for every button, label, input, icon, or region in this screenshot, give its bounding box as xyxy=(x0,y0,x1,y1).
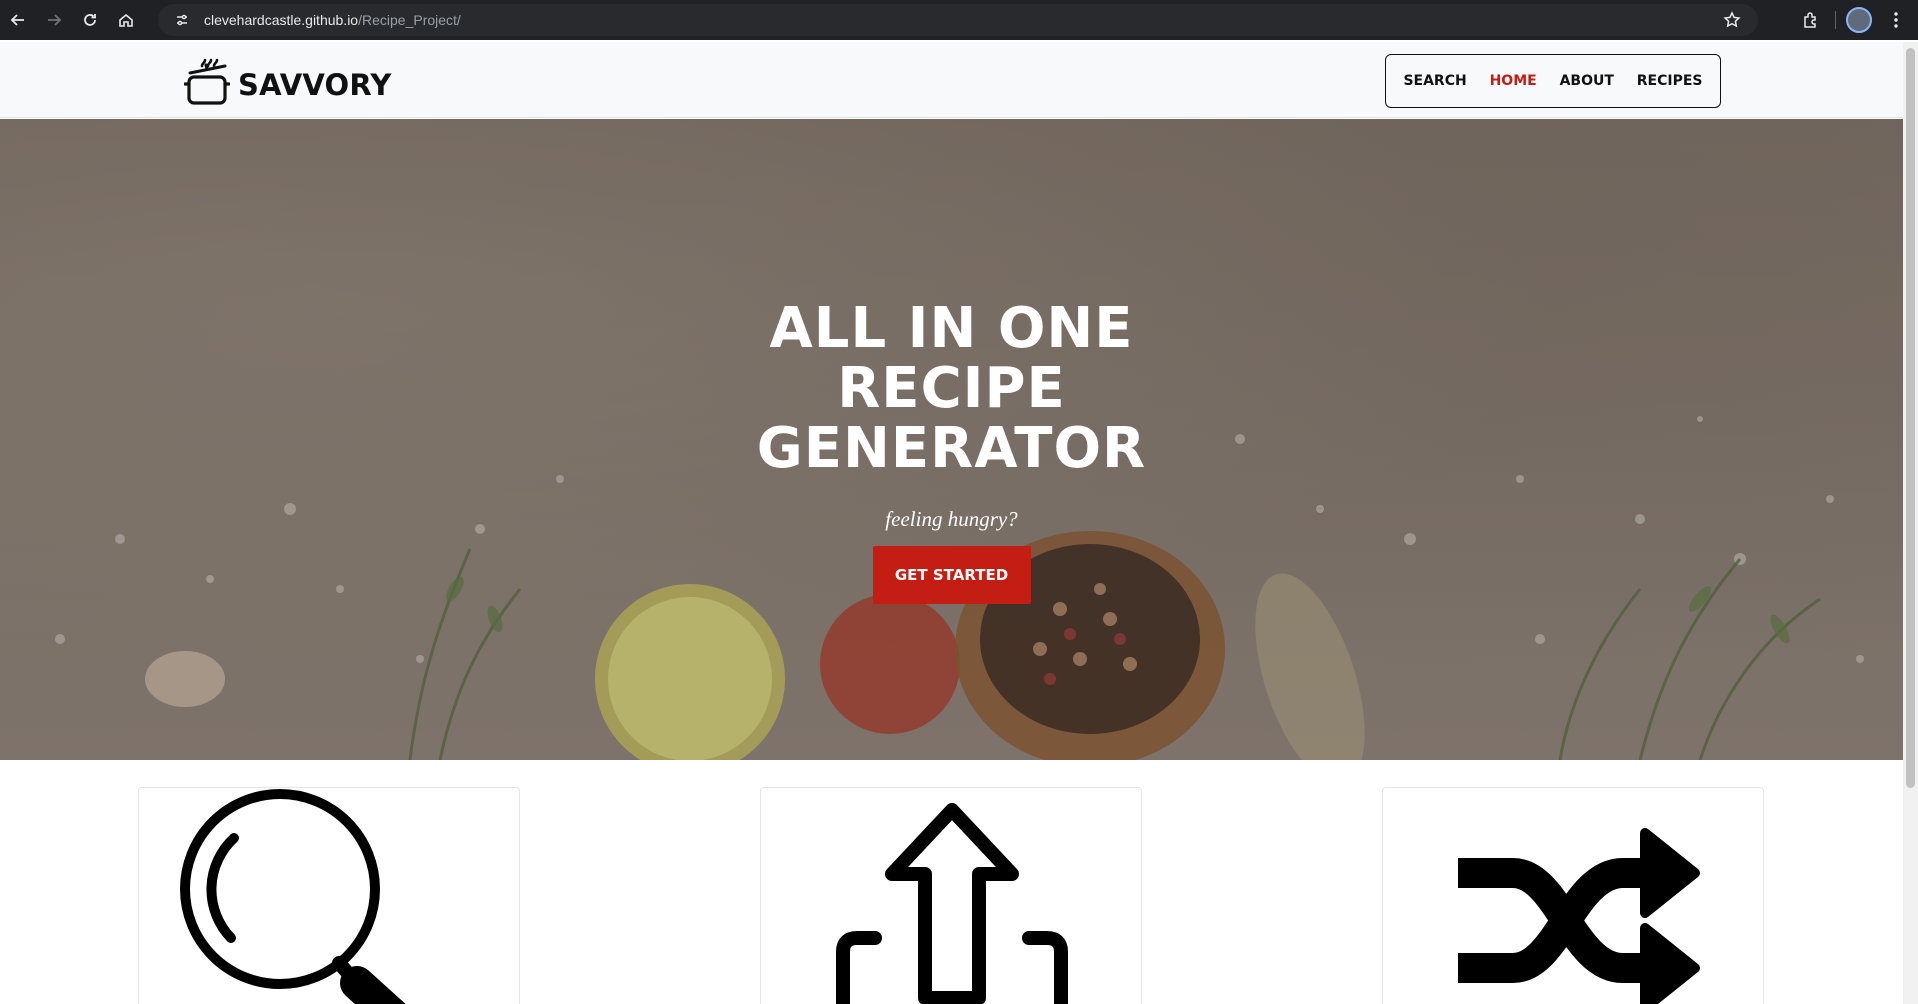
site-header: SAVVORY SEARCH HOME ABOUT RECIPES xyxy=(0,42,1903,118)
reload-button[interactable] xyxy=(72,0,108,40)
menu-kebab-icon[interactable] xyxy=(1882,6,1910,34)
extensions-icon[interactable] xyxy=(1797,6,1825,34)
url-path: /Recipe_Project/ xyxy=(358,12,461,28)
nav-link-home[interactable]: HOME xyxy=(1490,73,1537,89)
nav-link-about[interactable]: ABOUT xyxy=(1560,73,1614,89)
site-info-icon[interactable] xyxy=(170,8,194,32)
main-nav: SEARCH HOME ABOUT RECIPES xyxy=(1385,54,1721,108)
bookmark-star-icon[interactable] xyxy=(1720,8,1744,32)
share-upload-icon xyxy=(836,803,1068,1004)
url-text: clevehardcastle.github.io/Recipe_Project… xyxy=(204,12,461,28)
home-button[interactable] xyxy=(108,0,144,40)
get-started-button[interactable]: GET STARTED xyxy=(872,546,1031,604)
brand[interactable]: SAVVORY xyxy=(183,58,392,111)
address-bar[interactable]: clevehardcastle.github.io/Recipe_Project… xyxy=(158,4,1758,36)
browser-toolbar: clevehardcastle.github.io/Recipe_Project… xyxy=(0,0,1918,40)
brand-name: SAVVORY xyxy=(238,67,392,102)
toolbar-divider xyxy=(1835,11,1836,29)
page-scrollbar[interactable] xyxy=(1903,42,1918,1004)
scrollbar-thumb[interactable] xyxy=(1906,48,1915,788)
url-host: clevehardcastle.github.io xyxy=(204,12,359,28)
back-button[interactable] xyxy=(0,0,36,40)
nav-link-search[interactable]: SEARCH xyxy=(1403,73,1466,89)
hero-content: ALL IN ONE RECIPE GENERATOR feeling hung… xyxy=(0,299,1903,604)
nav-link-recipes[interactable]: RECIPES xyxy=(1637,73,1703,89)
search-icon xyxy=(180,789,406,1004)
hero-section: ALL IN ONE RECIPE GENERATOR feeling hung… xyxy=(0,119,1903,760)
cooking-pot-icon xyxy=(183,58,231,111)
feature-card-search[interactable] xyxy=(138,787,520,1004)
hero-title: ALL IN ONE RECIPE GENERATOR xyxy=(756,296,1147,481)
shuffle-icon xyxy=(1458,828,1700,1004)
forward-button[interactable] xyxy=(36,0,72,40)
hero-subtitle: feeling hungry? xyxy=(885,507,1018,531)
feature-card-share[interactable] xyxy=(760,787,1142,1004)
page-viewport: SAVVORY SEARCH HOME ABOUT RECIPES ALL IN… xyxy=(0,42,1903,1004)
profile-avatar[interactable] xyxy=(1846,7,1872,33)
feature-card-shuffle[interactable] xyxy=(1382,787,1764,1004)
